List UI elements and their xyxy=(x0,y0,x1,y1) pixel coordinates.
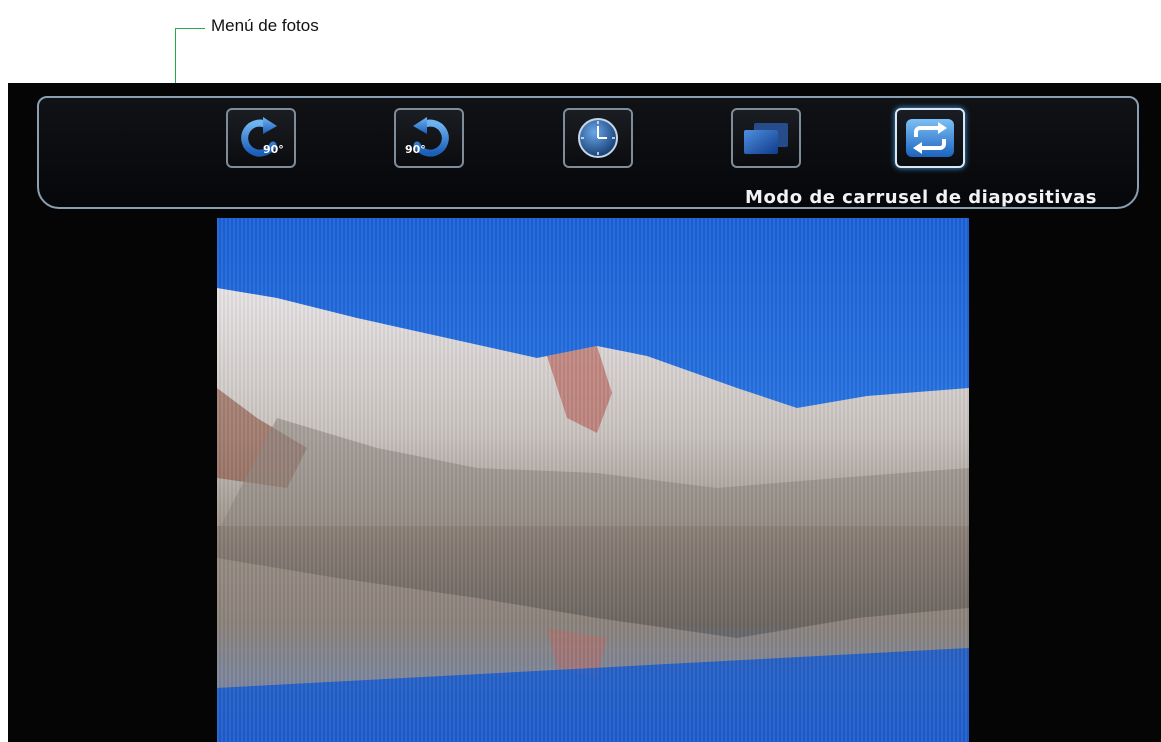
photo-menu-bar: 90° 90° Modo de carrusel de diapositivas xyxy=(37,96,1139,209)
rotate-counterclockwise-button[interactable]: 90° xyxy=(394,108,464,168)
rotate-clockwise-icon: 90° xyxy=(241,117,284,157)
carousel-mode-button[interactable] xyxy=(895,108,965,168)
rotate-clockwise-button[interactable]: 90° xyxy=(226,108,296,168)
tv-screen: 90° 90° Modo de carrusel de diapositivas xyxy=(8,83,1161,742)
selected-mode-label: Modo de carrusel de diapositivas xyxy=(745,187,1097,208)
callout-label: Menú de fotos xyxy=(211,16,319,35)
displayed-photo xyxy=(217,218,969,742)
stacked-slides-icon xyxy=(744,123,788,154)
clock-icon xyxy=(578,118,618,158)
repeat-icon xyxy=(906,119,954,157)
rotate-cw-label: 90° xyxy=(263,143,284,156)
rotate-ccw-label: 90° xyxy=(405,143,426,156)
landscape-image xyxy=(217,218,969,742)
clock-button[interactable] xyxy=(563,108,633,168)
rotate-counterclockwise-icon: 90° xyxy=(405,117,449,157)
slideshow-effect-button[interactable] xyxy=(731,108,801,168)
callout-line-top xyxy=(175,28,205,29)
